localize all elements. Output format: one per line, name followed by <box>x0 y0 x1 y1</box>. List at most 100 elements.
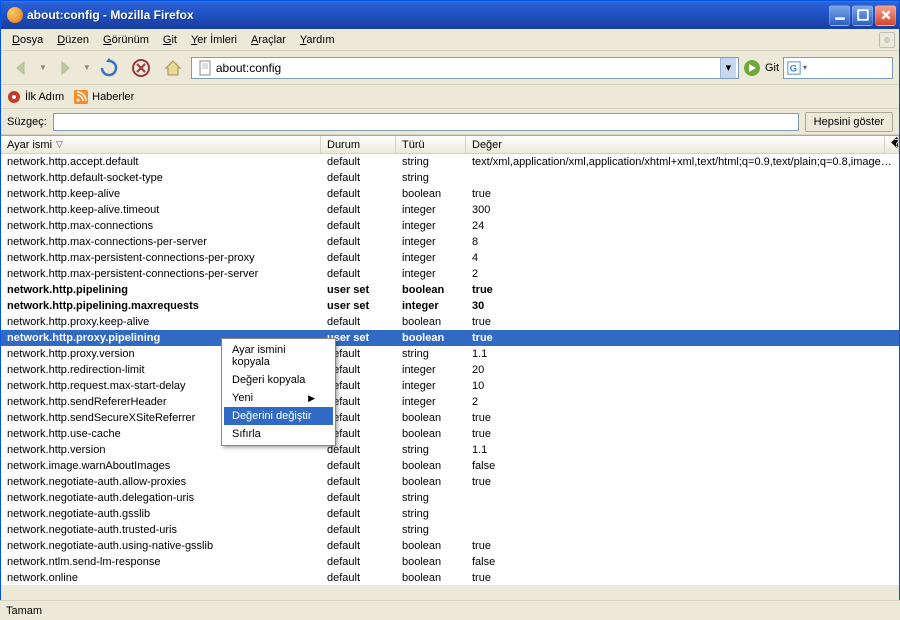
cell-value: false <box>466 556 899 568</box>
cell-value: true <box>466 332 899 344</box>
filter-input[interactable] <box>53 113 799 131</box>
filter-label: Süzgeç: <box>7 116 47 128</box>
cell-type: boolean <box>396 188 466 200</box>
cell-value: 2 <box>466 396 899 408</box>
cell-value: true <box>466 412 899 424</box>
table-row[interactable]: network.negotiate-auth.allow-proxiesdefa… <box>1 474 899 490</box>
table-row[interactable]: network.negotiate-auth.delegation-urisde… <box>1 490 899 506</box>
back-dropdown-icon[interactable]: ▼ <box>39 63 47 72</box>
cell-status: default <box>321 572 396 584</box>
cell-type: boolean <box>396 428 466 440</box>
table-row[interactable]: network.http.proxy.keep-alivedefaultbool… <box>1 314 899 330</box>
table-row[interactable]: network.http.pipelining.maxrequestsuser … <box>1 298 899 314</box>
col-type[interactable]: Türü <box>396 136 466 153</box>
table-row[interactable]: network.http.default-socket-typedefaults… <box>1 170 899 186</box>
cell-value: 24 <box>466 220 899 232</box>
cell-value: false <box>466 460 899 472</box>
cell-value: 8 <box>466 236 899 248</box>
table-row[interactable]: network.negotiate-auth.gsslibdefaultstri… <box>1 506 899 522</box>
table-row[interactable]: network.http.versiondefaultstring1.1 <box>1 442 899 458</box>
table-row[interactable]: network.negotiate-auth.using-native-gssl… <box>1 538 899 554</box>
search-dropdown-icon[interactable]: ▾ <box>803 63 807 72</box>
url-bar[interactable]: ▾ <box>191 57 739 79</box>
table-row[interactable]: network.http.keep-alivedefaultbooleantru… <box>1 186 899 202</box>
context-menu: Ayar ismini kopyalaDeğeri kopyalaYeni▶De… <box>221 338 336 446</box>
cell-value: 2 <box>466 268 899 280</box>
back-button[interactable] <box>7 55 35 81</box>
status-text: Tamam <box>6 605 42 617</box>
stop-button[interactable] <box>127 55 155 81</box>
table-row[interactable]: network.http.sendSecureXSiteReferrerdefa… <box>1 410 899 426</box>
bookmark-haberler[interactable]: Haberler <box>74 90 134 104</box>
table-row[interactable]: network.onlinedefaultbooleantrue <box>1 570 899 584</box>
cell-name: network.http.proxy.keep-alive <box>1 316 321 328</box>
cell-value: true <box>466 188 899 200</box>
cell-value: true <box>466 284 899 296</box>
ctx-değerini-değiştir[interactable]: Değerini değiştir <box>224 407 333 425</box>
go-button[interactable] <box>743 59 761 77</box>
menu-dosya[interactable]: Dosya <box>5 31 50 49</box>
table-row[interactable]: network.http.max-connections-per-serverd… <box>1 234 899 250</box>
ctx-sıfırla[interactable]: Sıfırla <box>224 425 333 443</box>
cell-status: default <box>321 556 396 568</box>
forward-button[interactable] <box>51 55 79 81</box>
url-input[interactable] <box>216 61 720 75</box>
forward-dropdown-icon[interactable]: ▼ <box>83 63 91 72</box>
cell-type: integer <box>396 300 466 312</box>
search-box[interactable]: G ▾ <box>783 57 893 79</box>
table-row[interactable]: network.http.sendRefererHeaderdefaultint… <box>1 394 899 410</box>
table-row[interactable]: network.http.proxy.pipelininguser setboo… <box>1 330 899 346</box>
cell-status: default <box>321 316 396 328</box>
cell-type: integer <box>396 236 466 248</box>
cell-status: default <box>321 268 396 280</box>
table-row[interactable]: network.image.warnAboutImagesdefaultbool… <box>1 458 899 474</box>
table-row[interactable]: network.http.use-cachedefaultbooleantrue <box>1 426 899 442</box>
show-all-button[interactable]: Hepsini göster <box>805 112 893 132</box>
table-row[interactable]: network.http.keep-alive.timeoutdefaultin… <box>1 202 899 218</box>
search-engine-icon[interactable]: G <box>787 61 801 75</box>
ctx-ayar-ismini-kopyala[interactable]: Ayar ismini kopyala <box>224 341 333 371</box>
col-value[interactable]: Değer <box>466 136 885 153</box>
cell-type: string <box>396 444 466 456</box>
table-row[interactable]: network.negotiate-auth.trusted-urisdefau… <box>1 522 899 538</box>
menu-araçlar[interactable]: Araçlar <box>244 31 293 49</box>
table-row[interactable]: network.ntlm.send-lm-responsedefaultbool… <box>1 554 899 570</box>
table-body[interactable]: network.http.accept.defaultdefaultstring… <box>1 154 899 584</box>
cell-status: default <box>321 172 396 184</box>
table-row[interactable]: network.http.proxy.versiondefaultstring1… <box>1 346 899 362</box>
cell-status: default <box>321 508 396 520</box>
table-row[interactable]: network.http.accept.defaultdefaultstring… <box>1 154 899 170</box>
close-button[interactable] <box>875 5 896 26</box>
table-row[interactable]: network.http.max-persistent-connections-… <box>1 250 899 266</box>
menu-görünüm[interactable]: Görünüm <box>96 31 156 49</box>
minimize-button[interactable] <box>829 5 850 26</box>
table-row[interactable]: network.http.max-connectionsdefaultinteg… <box>1 218 899 234</box>
col-status[interactable]: Durum <box>321 136 396 153</box>
cell-value: 30 <box>466 300 899 312</box>
menu-git[interactable]: Git <box>156 31 184 49</box>
cell-value: true <box>466 316 899 328</box>
bookmark-ilk-adim[interactable]: İlk Adım <box>7 90 64 104</box>
reload-button[interactable] <box>95 55 123 81</box>
maximize-button[interactable] <box>852 5 873 26</box>
table-row[interactable]: network.http.redirection-limitdefaultint… <box>1 362 899 378</box>
ctx-yeni[interactable]: Yeni▶ <box>224 389 333 407</box>
window-titlebar: about:config - Mozilla Firefox <box>1 1 899 29</box>
cell-value: 10 <box>466 380 899 392</box>
menu-düzen[interactable]: Düzen <box>50 31 96 49</box>
table-row[interactable]: network.http.max-persistent-connections-… <box>1 266 899 282</box>
cell-status: default <box>321 236 396 248</box>
home-button[interactable] <box>159 55 187 81</box>
cell-name: network.negotiate-auth.delegation-uris <box>1 492 321 504</box>
ctx-değeri-kopyala[interactable]: Değeri kopyala <box>224 371 333 389</box>
url-dropdown-icon[interactable]: ▾ <box>720 58 736 78</box>
col-name[interactable]: Ayar ismi▽ <box>1 136 321 153</box>
column-picker-icon[interactable]: �ছ� <box>885 136 899 153</box>
cell-name: network.http.pipelining <box>1 284 321 296</box>
menu-yer i̇mleri[interactable]: Yer İmleri <box>184 31 244 49</box>
table-row[interactable]: network.http.pipelininguser setbooleantr… <box>1 282 899 298</box>
table-row[interactable]: network.http.request.max-start-delaydefa… <box>1 378 899 394</box>
cell-status: default <box>321 540 396 552</box>
cell-type: boolean <box>396 460 466 472</box>
menu-yardım[interactable]: Yardım <box>293 31 342 49</box>
